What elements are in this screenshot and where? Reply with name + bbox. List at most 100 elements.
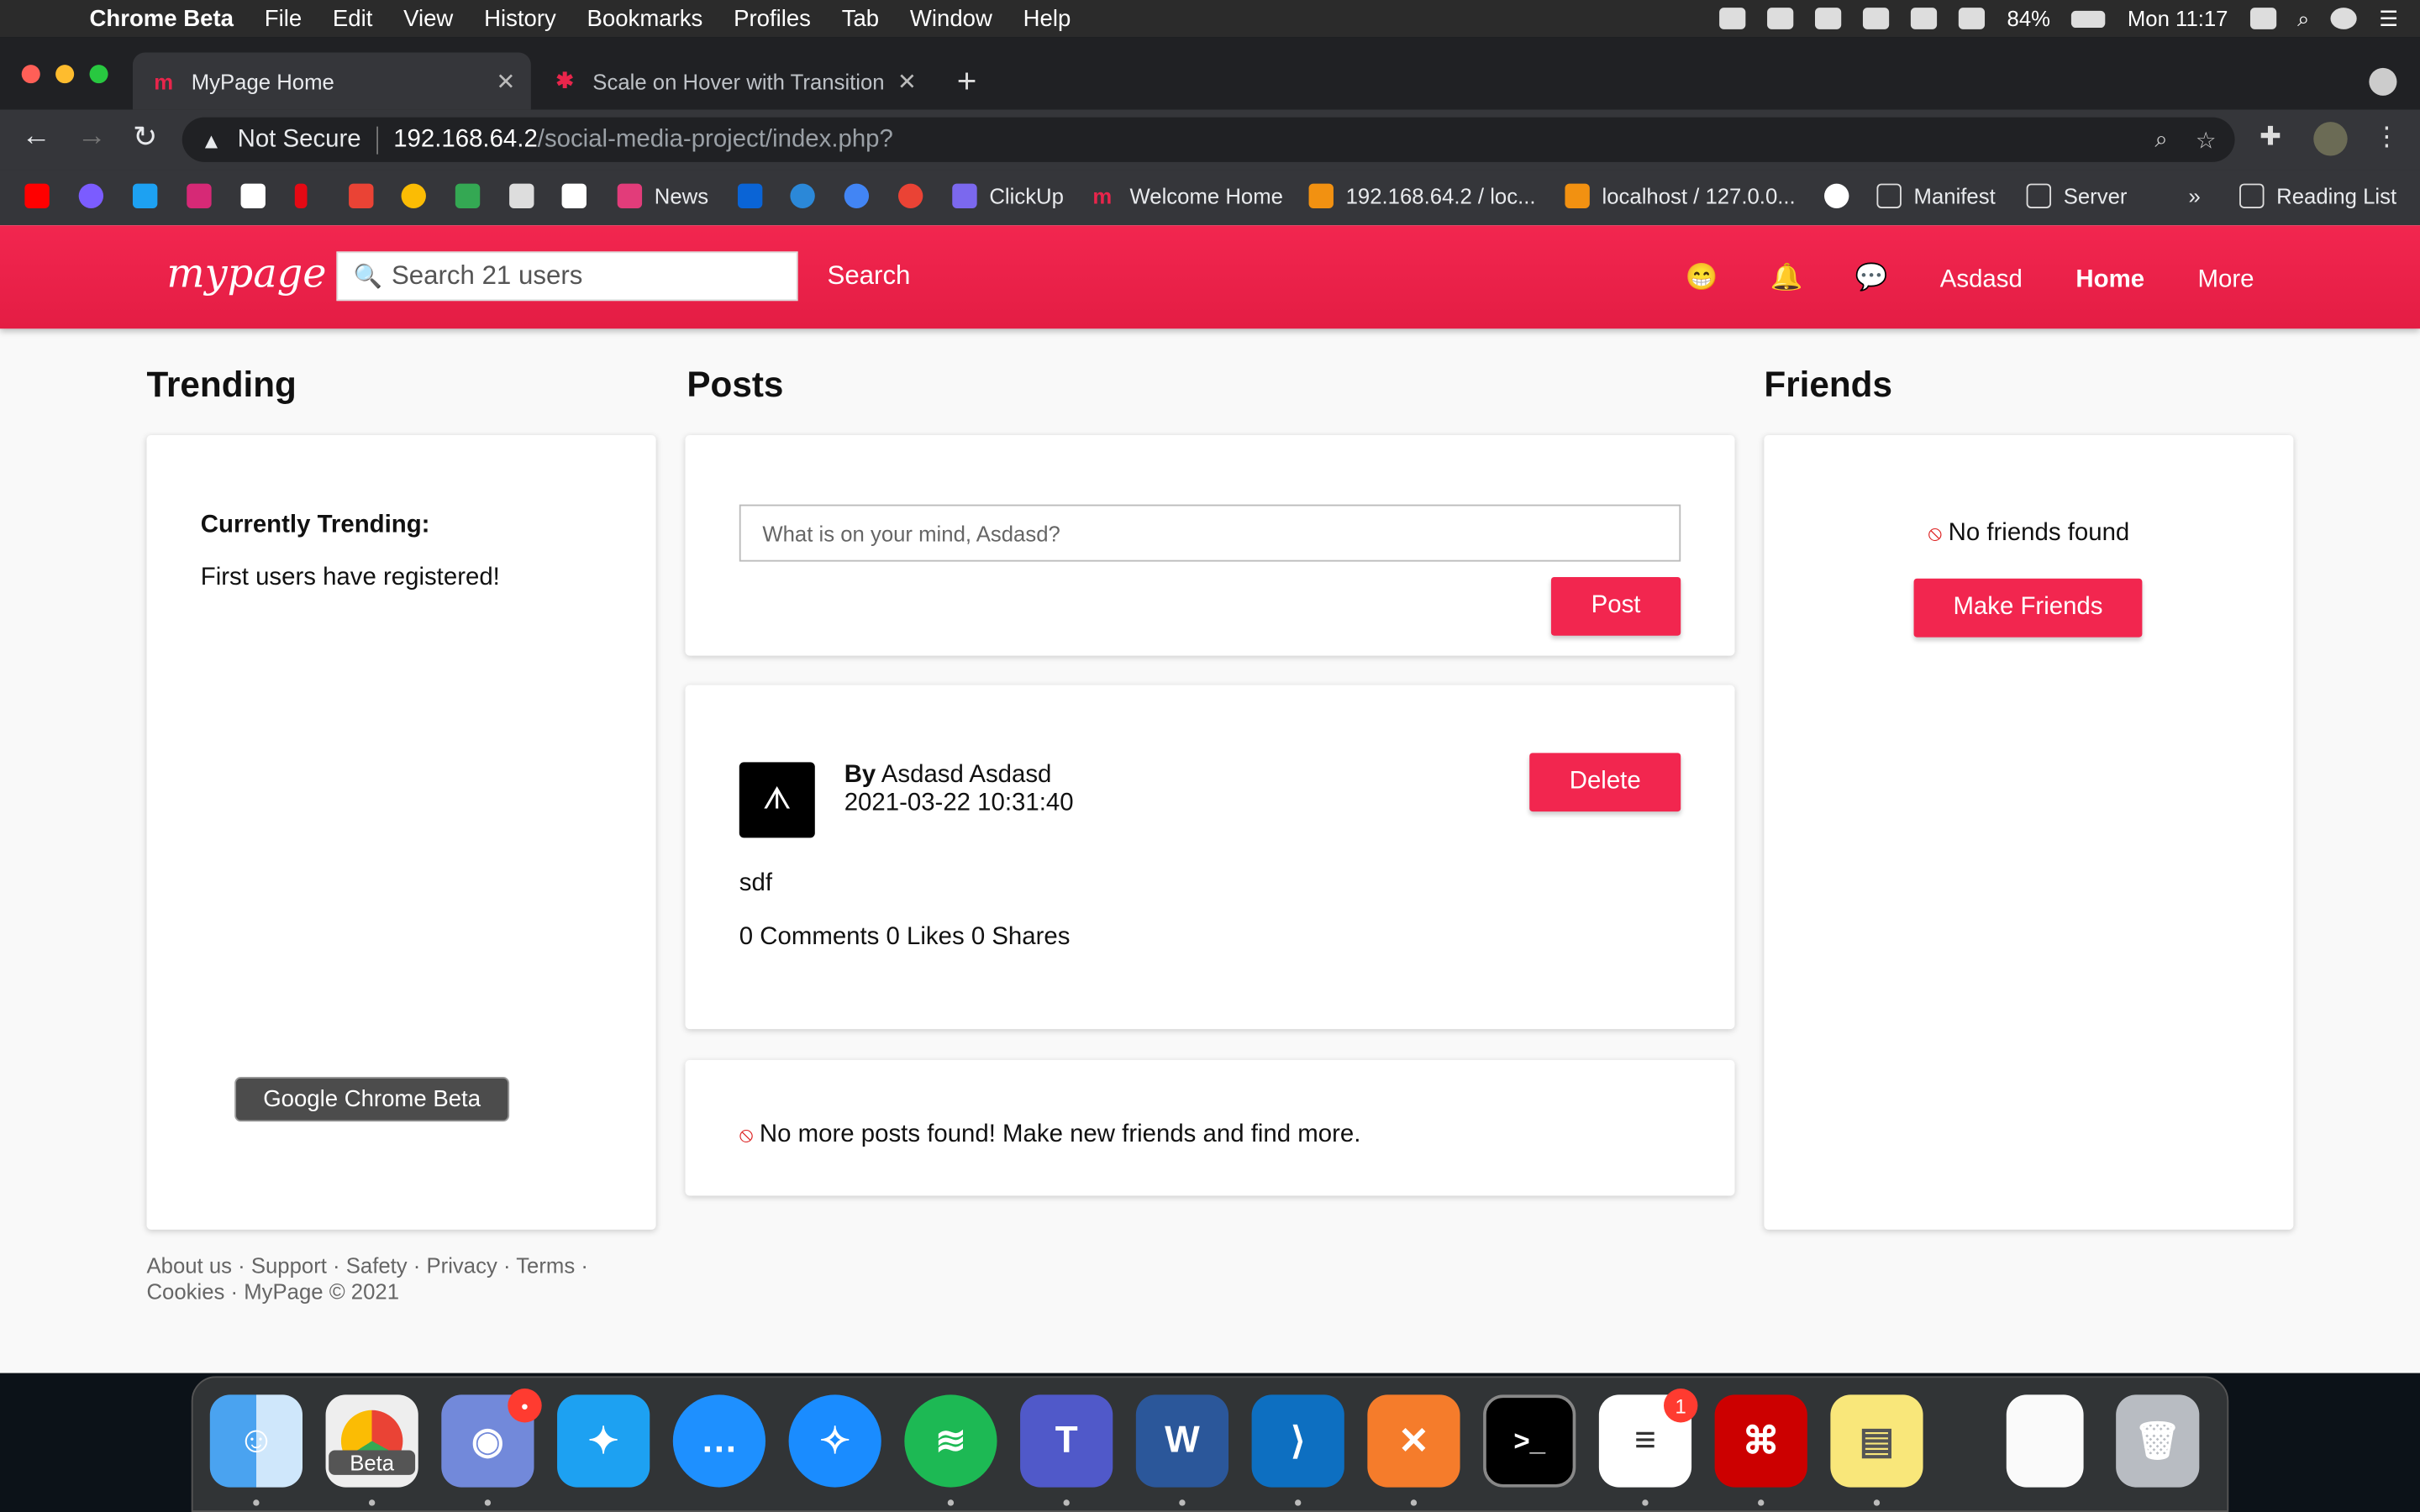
bookmark-github[interactable]	[1824, 183, 1861, 208]
spotify-icon[interactable]: ≋	[904, 1394, 997, 1488]
vscode-icon[interactable]: ⟩	[1251, 1394, 1344, 1488]
bookmark-news[interactable]: News	[617, 183, 708, 208]
bookmark-photos[interactable]	[401, 183, 439, 208]
teams-icon[interactable]: T	[1020, 1394, 1113, 1488]
menu-history[interactable]: History	[484, 5, 556, 31]
close-window-button[interactable]	[21, 65, 40, 84]
zoom-window-button[interactable]	[89, 65, 108, 84]
bookmark-photos-2[interactable]	[844, 183, 881, 208]
bell-icon[interactable]: 🔔	[1770, 262, 1803, 293]
tab-scale-on-hover[interactable]: ✱ Scale on Hover with Transition ✕	[534, 52, 933, 109]
post-button[interactable]: Post	[1550, 576, 1681, 636]
bookmark-netflix[interactable]	[294, 183, 319, 208]
post-author[interactable]: Asdasd Asdasd	[881, 762, 1052, 788]
reading-list-button[interactable]: Reading List	[2239, 183, 2396, 208]
footer-links-line-2[interactable]: Cookies · MyPage © 2021	[146, 1279, 624, 1305]
bookmarks-overflow-button[interactable]: »	[2188, 184, 2200, 208]
m-icon[interactable]	[1863, 8, 1890, 29]
bookmark-twitter[interactable]	[132, 183, 170, 208]
profile-avatar[interactable]	[2313, 122, 2348, 156]
site-logo[interactable]: mypage	[166, 251, 326, 297]
menu-bookmarks[interactable]: Bookmarks	[587, 5, 703, 31]
acrobat-icon[interactable]: ⌘	[1714, 1394, 1807, 1488]
emoji-icon[interactable]: 😁	[1686, 262, 1718, 293]
bookmark-folder-server[interactable]: Server	[2026, 183, 2127, 208]
menu-file[interactable]: File	[265, 5, 302, 31]
bookmark-instagram[interactable]	[187, 183, 224, 208]
user-search-input[interactable]: 🔍 Search 21 users	[336, 251, 798, 302]
siri-icon[interactable]	[2331, 8, 2358, 29]
back-icon[interactable]: ←	[22, 120, 51, 154]
battery-percent[interactable]: 84%	[2007, 6, 2050, 30]
extensions-icon[interactable]: ✚	[2260, 122, 2281, 153]
menu-tab[interactable]: Tab	[842, 5, 879, 31]
terminal-icon[interactable]: >_	[1483, 1394, 1576, 1488]
make-friends-button[interactable]: Make Friends	[1913, 578, 2143, 638]
bookmark-outlook[interactable]	[737, 183, 775, 208]
menu-view[interactable]: View	[403, 5, 453, 31]
bookmark-messenger[interactable]	[78, 183, 116, 208]
footer-links-line-1[interactable]: About us · Support · Safety · Privacy · …	[146, 1252, 624, 1278]
address-bar[interactable]: ▲ Not Secure 192.168.64.2 /social-media-…	[182, 117, 2235, 162]
nav-more-link[interactable]: More	[2198, 267, 2254, 295]
nav-home-link[interactable]: Home	[2075, 267, 2144, 295]
menu-kebab-icon[interactable]: ⋮	[2374, 122, 2400, 153]
star-icon[interactable]: ☆	[2196, 126, 2217, 154]
menu-profiles[interactable]: Profiles	[734, 5, 811, 31]
spotlight-icon[interactable]: ⌕	[2297, 5, 2309, 31]
search-button[interactable]: Search	[827, 260, 910, 291]
word-icon[interactable]: W	[1135, 1394, 1229, 1488]
bookmark-clickup[interactable]: ClickUp	[952, 183, 1064, 208]
bookmark-gmail[interactable]	[349, 183, 386, 208]
stickies-icon[interactable]: ▤	[1830, 1394, 1923, 1488]
post-input[interactable]: What is on your mind, Asdasd?	[739, 504, 1681, 562]
finder-icon[interactable]: ☺	[209, 1394, 303, 1488]
bookmark-youtube[interactable]	[24, 183, 61, 208]
close-tab-icon[interactable]: ✕	[496, 67, 515, 95]
control-center-icon[interactable]: ☰	[2379, 5, 2398, 31]
twitter-app-icon[interactable]: ✦	[557, 1394, 650, 1488]
menu-help[interactable]: Help	[1023, 5, 1071, 31]
zoom-icon[interactable]: ⌕	[2154, 126, 2167, 154]
minimize-window-button[interactable]	[55, 65, 75, 84]
menu-app-name[interactable]: Chrome Beta	[90, 5, 234, 31]
bookmark-drive[interactable]	[455, 183, 492, 208]
tab-search-icon[interactable]	[2369, 67, 2397, 96]
tab-mypage-home[interactable]: m MyPage Home ✕	[132, 52, 531, 110]
security-label[interactable]: Not Secure	[238, 126, 361, 154]
menu-edit[interactable]: Edit	[333, 5, 372, 31]
warning-icon[interactable]: ▲	[201, 128, 222, 152]
bookmark-welcome-home[interactable]: m Welcome Home	[1092, 184, 1283, 208]
status-app-icon[interactable]	[1719, 8, 1747, 29]
bookmark-squarespace[interactable]	[240, 183, 278, 208]
wifi-icon[interactable]	[1959, 8, 1986, 29]
messages-icon[interactable]: …	[672, 1394, 766, 1488]
bookmark-amazon[interactable]	[561, 183, 599, 208]
cloud-icon[interactable]	[1767, 8, 1795, 29]
bookmark-phpmyadmin-1[interactable]: 192.168.64.2 / loc...	[1308, 183, 1536, 208]
xampp-icon[interactable]: ✕	[1367, 1394, 1460, 1488]
delete-post-button[interactable]: Delete	[1529, 753, 1681, 812]
close-tab-icon[interactable]: ✕	[897, 67, 917, 95]
bookmark-onedrive[interactable]	[790, 183, 827, 208]
ghost-icon[interactable]	[1815, 8, 1843, 29]
chat-icon[interactable]: 💬	[1855, 262, 1888, 293]
new-tab-button[interactable]: +	[957, 61, 977, 102]
bookmark-phpmyadmin-2[interactable]: localhost / 127.0.0...	[1565, 183, 1796, 208]
grid-icon[interactable]	[1911, 8, 1938, 29]
menu-window[interactable]: Window	[910, 5, 992, 31]
reload-icon[interactable]: ↻	[133, 120, 157, 155]
nav-user-link[interactable]: Asdasd	[1940, 267, 2023, 295]
trash-icon[interactable]: 🗑	[2116, 1394, 2200, 1488]
author-avatar[interactable]: ᗑ	[739, 762, 815, 838]
safari-icon[interactable]: ✧	[788, 1394, 881, 1488]
document-icon[interactable]	[2006, 1394, 2084, 1488]
post-stats[interactable]: 0 Comments 0 Likes 0 Shares	[739, 924, 1071, 952]
clock[interactable]: Mon 11:17	[2128, 6, 2228, 30]
bookmark-image[interactable]	[509, 183, 546, 208]
forward-icon[interactable]: →	[77, 120, 107, 154]
bookmark-folder-manifest[interactable]: Manifest	[1876, 183, 1996, 208]
keyboard-icon[interactable]	[2249, 8, 2276, 29]
bookmark-photos-3[interactable]	[897, 183, 935, 208]
battery-icon[interactable]	[2071, 9, 2107, 28]
